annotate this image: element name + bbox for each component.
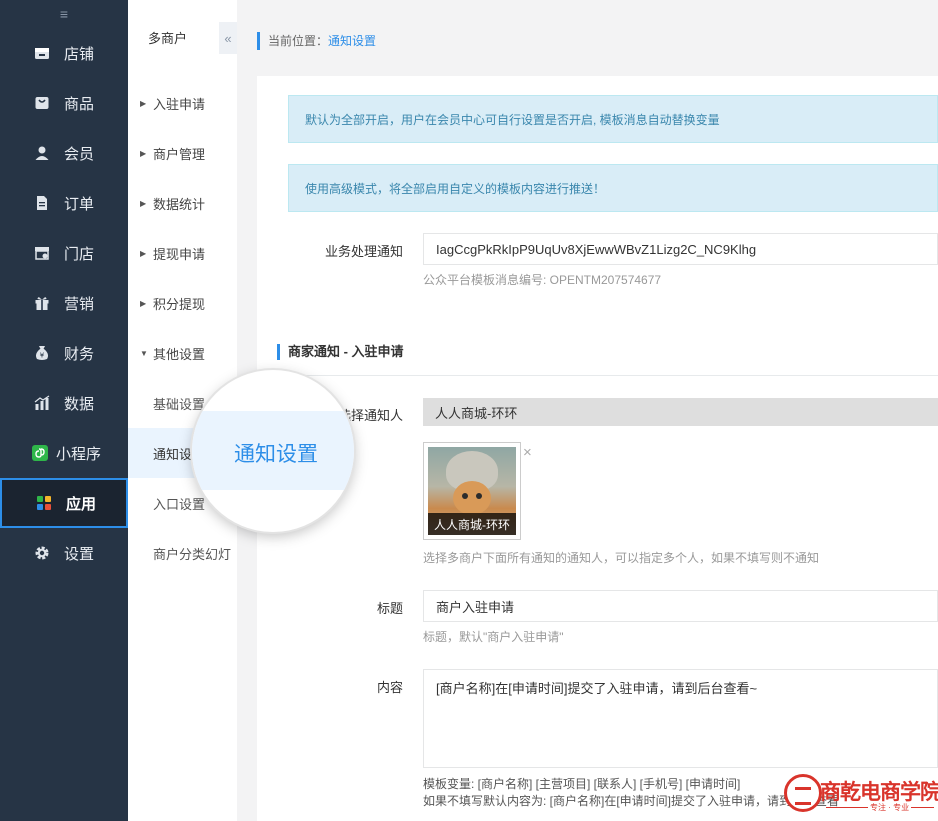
caret-right-icon: ▶: [140, 298, 147, 308]
sidebar-item-order[interactable]: 订单: [0, 178, 128, 228]
sidebar-item-label: 营销: [64, 295, 95, 313]
notifier-avatar-card: 人人商城-环环: [423, 442, 521, 540]
subnav-child-category-slides[interactable]: 商户分类幻灯: [128, 528, 237, 578]
svg-text:¥: ¥: [40, 352, 45, 360]
info-alert-advanced: 使用高级模式，将全部启用自定义的模板内容进行推送！: [288, 164, 938, 212]
title-label: 标题: [376, 601, 403, 616]
section-title: 商家通知 - 入驻申请: [277, 344, 404, 360]
finance-icon: ¥: [34, 345, 50, 361]
caret-down-icon: ▼: [140, 348, 148, 358]
title-input[interactable]: 商户入驻申请: [423, 590, 938, 622]
business-notify-help: 公众平台模板消息编号: OPENTM207574677: [423, 273, 662, 287]
sidebar-item-label: 门店: [64, 245, 95, 263]
sidebar-item-data[interactable]: 数据: [0, 378, 128, 428]
chart-icon: [34, 395, 50, 411]
shop-icon: [34, 245, 50, 261]
info-alert-default: 默认为全部开启，用户在会员中心可自行设置是否开启, 模板消息自动替换变量: [288, 95, 938, 143]
subnav-item-apply[interactable]: ▶ 入驻申请: [128, 78, 237, 128]
notifier-select[interactable]: 人人商城-环环: [423, 398, 938, 426]
subnav-item-stats[interactable]: ▶ 数据统计: [128, 178, 237, 228]
sidebar-item-label: 数据: [64, 395, 95, 413]
subnav-collapse-button[interactable]: «: [219, 22, 237, 54]
breadcrumb-prefix: 当前位置：: [268, 34, 329, 48]
subnav-item-label: 积分提现: [153, 296, 206, 312]
sidebar-item-apps[interactable]: 应用: [0, 478, 128, 528]
sidebar-item-label: 会员: [64, 145, 95, 163]
watermark-subtext: 专注 · 专业: [868, 802, 912, 813]
caret-right-icon: ▶: [140, 98, 147, 108]
main-sidebar: ≡ 店铺 商品 会员 订单 门店 营销 ¥ 财务 数据 小程序 应用 设置: [0, 0, 128, 821]
caret-right-icon: ▶: [140, 198, 147, 208]
sidebar-item-finance[interactable]: ¥ 财务: [0, 328, 128, 378]
subnav-item-merchants[interactable]: ▶ 商户管理: [128, 128, 237, 178]
subnav-item-other-settings[interactable]: ▼ 其他设置: [128, 328, 237, 378]
sidebar-item-label: 店铺: [64, 45, 95, 63]
content-default-help: 如果不填写默认内容为: [商户名称]在[申请时间]提交了入驻申请，请到后台查看: [423, 794, 840, 808]
order-icon: [34, 195, 50, 211]
caret-right-icon: ▶: [140, 148, 147, 158]
magnifier-label: 通知设置: [234, 443, 318, 466]
sidebar-item-store[interactable]: 店铺: [0, 28, 128, 78]
subnav-item-label: 商户管理: [153, 146, 206, 162]
business-notify-input[interactable]: IagCcgPkRkIpP9UqUv8XjEwwWBvZ1Lizg2C_NC9K…: [423, 233, 938, 265]
sidebar-item-label: 商品: [64, 95, 95, 113]
sidebar-item-miniapp[interactable]: 小程序: [0, 428, 128, 478]
business-notify-label: 业务处理通知: [324, 244, 403, 259]
subnav-item-label: 提现申请: [153, 246, 206, 262]
subnav-item-label: 入驻申请: [153, 96, 206, 112]
sidebar-item-settings[interactable]: 设置: [0, 528, 128, 578]
sidebar-item-label: 小程序: [56, 445, 102, 463]
watermark-logo: 商乾电商学院 专注 · 专业: [784, 772, 938, 818]
content-label: 内容: [376, 680, 403, 695]
sidebar-item-label: 订单: [64, 195, 95, 213]
magnifier-callout: 通知设置: [192, 370, 354, 532]
sidebar-item-label: 应用: [66, 495, 97, 513]
subnav-item-label: 数据统计: [153, 196, 206, 212]
content-variables-help: 模板变量: [商户名称] [主营项目] [联系人] [手机号] [申请时间]: [423, 777, 741, 791]
seal-icon: [784, 774, 822, 812]
breadcrumb: 当前位置：通知设置: [257, 32, 376, 50]
subnav-item-withdraw[interactable]: ▶ 提现申请: [128, 228, 237, 278]
sidebar-item-marketing[interactable]: 营销: [0, 278, 128, 328]
breadcrumb-current[interactable]: 通知设置: [328, 34, 376, 48]
section-divider: [277, 375, 938, 376]
miniapp-icon: [32, 445, 48, 461]
apps-icon: [36, 495, 52, 511]
member-icon: [34, 145, 50, 161]
sidebar-item-member[interactable]: 会员: [0, 128, 128, 178]
goods-icon: [34, 95, 50, 111]
subnav-child-label: 入口设置: [153, 496, 206, 512]
subnav-item-label: 其他设置: [153, 346, 206, 362]
content-textarea[interactable]: [商户名称]在[申请时间]提交了入驻申请，请到后台查看~: [423, 669, 938, 768]
notifier-help: 选择多商户下面所有通知的通知人，可以指定多个人，如果不填写则不通知: [423, 551, 820, 565]
subnav-child-label: 商户分类幻灯: [153, 546, 232, 562]
subnav-child-label: 基础设置: [153, 396, 206, 412]
gear-icon: [34, 545, 50, 561]
gift-icon: [34, 295, 50, 311]
avatar-name-label: 人人商城-环环: [428, 513, 516, 535]
content-panel: 默认为全部开启，用户在会员中心可自行设置是否开启, 模板消息自动替换变量 使用高…: [257, 76, 938, 821]
sidebar-item-label: 财务: [64, 345, 95, 363]
remove-notifier-icon[interactable]: ×: [523, 444, 532, 461]
sidebar-item-shop[interactable]: 门店: [0, 228, 128, 278]
sidebar-item-label: 设置: [64, 545, 95, 563]
subnav-child-label: 通知设: [153, 446, 193, 462]
title-help: 标题，默认"商户入驻申请": [423, 630, 564, 644]
caret-right-icon: ▶: [140, 248, 147, 258]
sidebar-collapse-icon[interactable]: ≡: [0, 0, 128, 28]
subnav-item-points-withdraw[interactable]: ▶ 积分提现: [128, 278, 237, 328]
store-icon: [34, 45, 50, 61]
sidebar-item-goods[interactable]: 商品: [0, 78, 128, 128]
